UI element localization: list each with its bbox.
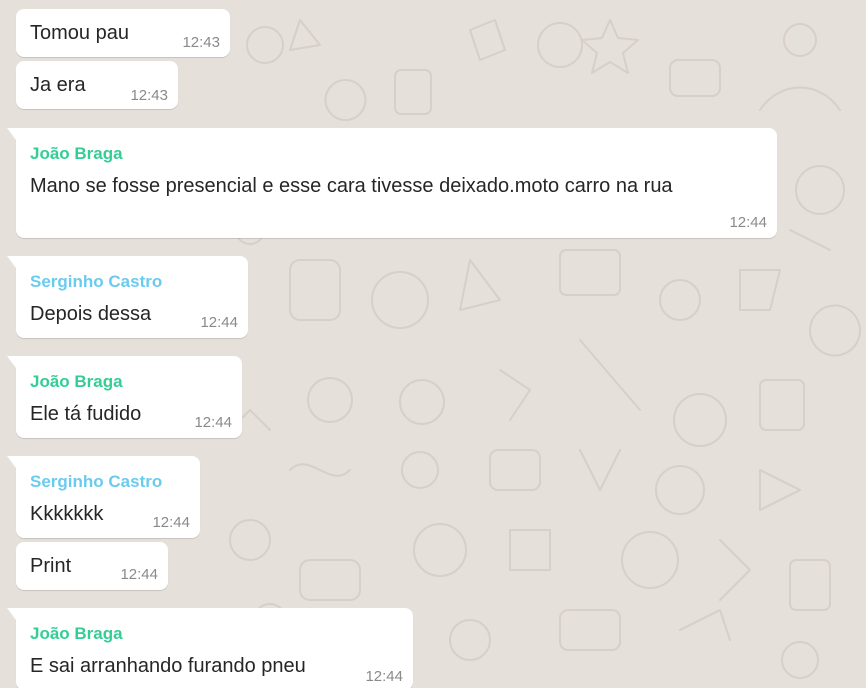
bubble-tail: [7, 256, 16, 268]
message-sender[interactable]: João Braga: [30, 372, 123, 392]
message-bubble[interactable]: João Braga E sai arranhando furando pneu…: [7, 608, 413, 688]
message-sender[interactable]: João Braga: [30, 624, 123, 644]
message-bubble[interactable]: João Braga Mano se fosse presencial e es…: [7, 128, 777, 238]
message-text: Ja era: [30, 74, 86, 96]
message-text: Print: [30, 555, 72, 577]
message-bubble[interactable]: Tomou pau 12:43: [16, 9, 230, 57]
message-text: Kkkkkkk: [30, 503, 104, 525]
message-bubble[interactable]: Ja era 12:43: [16, 61, 178, 109]
message-bubble[interactable]: João Braga Ele tá fudido 12:44: [7, 356, 242, 438]
bubble-tail: [7, 128, 16, 140]
bubble-tail: [7, 456, 16, 468]
message-time: 12:43: [182, 34, 220, 51]
message-text: Depois dessa: [30, 303, 152, 325]
message-text: Ele tá fudido: [30, 403, 142, 425]
message-time: 12:44: [365, 668, 403, 685]
message-time: 12:44: [120, 566, 158, 583]
message-text: Tomou pau: [30, 22, 129, 44]
message-time: 12:43: [130, 87, 168, 104]
chat-panel[interactable]: Tomou pau 12:43 Ja era 12:43 João Braga …: [0, 0, 866, 688]
message-sender[interactable]: Serginho Castro: [30, 272, 162, 292]
message-text: E sai arranhando furando pneu: [30, 655, 306, 677]
message-sender[interactable]: Serginho Castro: [30, 472, 162, 492]
message-time: 12:44: [200, 314, 238, 331]
message-text: Mano se fosse presencial e esse cara tiv…: [30, 175, 673, 197]
bubble-tail: [7, 608, 16, 620]
message-time: 12:44: [729, 214, 767, 231]
message-time: 12:44: [152, 514, 190, 531]
message-time: 12:44: [194, 414, 232, 431]
bubble-tail: [7, 356, 16, 368]
message-sender[interactable]: João Braga: [30, 144, 123, 164]
message-bubble[interactable]: Serginho Castro Kkkkkkk 12:44: [7, 456, 200, 538]
message-bubble[interactable]: Print 12:44: [16, 542, 168, 590]
message-bubble[interactable]: Serginho Castro Depois dessa 12:44: [7, 256, 248, 338]
